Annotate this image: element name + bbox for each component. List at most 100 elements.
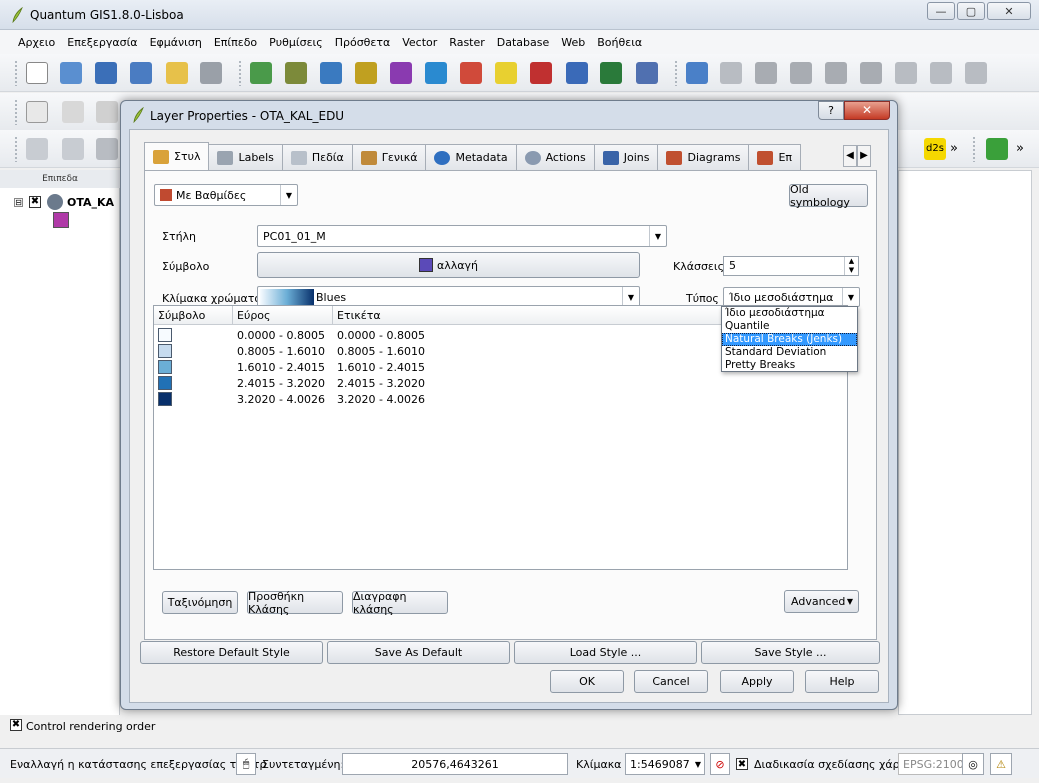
add-raster-icon[interactable] (285, 62, 307, 84)
mode-combo[interactable]: Ίδιο μεσοδιάστημα ▼ (723, 287, 860, 307)
remove-layer-icon[interactable] (530, 62, 552, 84)
tab-scroll-left-button[interactable]: ◀ (843, 145, 857, 167)
mode-option-quantile[interactable]: Quantile (722, 320, 857, 333)
open-project-icon[interactable] (60, 62, 82, 84)
add-postgis-icon[interactable] (320, 62, 342, 84)
class-label[interactable]: 0.0000 - 0.8005 (337, 329, 425, 342)
paste-features-icon[interactable] (965, 62, 987, 84)
menu-raster[interactable]: Raster (449, 36, 484, 49)
mode-option-natural-breaks[interactable]: Natural Breaks (Jenks) (722, 333, 857, 346)
close-button[interactable]: ✕ (987, 2, 1031, 20)
cancel-button[interactable]: Cancel (634, 670, 708, 693)
classify-button[interactable]: Ταξινόμηση (162, 591, 238, 614)
mouse-toggle-icon[interactable]: 🖱 (236, 753, 256, 775)
menu-layer[interactable]: Επίπεδο (214, 36, 257, 49)
class-swatch[interactable] (158, 344, 172, 358)
ok-button[interactable]: OK (550, 670, 624, 693)
move-feature-icon[interactable] (790, 62, 812, 84)
coordinate-field[interactable]: 20576,4643261 (342, 753, 568, 775)
menu-file[interactable]: Αρχειο (18, 36, 55, 49)
class-label[interactable]: 2.4015 - 3.2020 (337, 377, 425, 390)
menu-database[interactable]: Database (497, 36, 550, 49)
toolbar-overflow-button[interactable]: » (950, 138, 964, 160)
class-range[interactable]: 1.6010 - 2.4015 (237, 361, 325, 374)
advanced-button[interactable]: Advanced ▼ (784, 590, 859, 613)
tab-actions[interactable]: Actions (515, 144, 595, 170)
add-feature-icon[interactable] (755, 62, 777, 84)
save-edits-icon[interactable] (720, 62, 742, 84)
new-layer-icon[interactable] (495, 62, 517, 84)
minimize-button[interactable]: — (927, 2, 955, 20)
mode-option-pretty-breaks[interactable]: Pretty Breaks (722, 359, 857, 372)
cut-features-icon[interactable] (895, 62, 917, 84)
class-range[interactable]: 0.8005 - 1.6010 (237, 345, 325, 358)
toolbar-grip[interactable] (14, 136, 18, 162)
class-range[interactable]: 3.2020 - 4.0026 (237, 393, 325, 406)
node-tool-icon[interactable] (825, 62, 847, 84)
tab-style[interactable]: Στυλ (144, 142, 210, 170)
renderer-type-combo[interactable]: Με Βαθμίδες ▼ (154, 184, 298, 206)
tab-scroll-right-button[interactable]: ▶ (857, 145, 871, 167)
menu-help[interactable]: Βοήθεια (597, 36, 642, 49)
old-symbology-button[interactable]: Old symbology (789, 183, 868, 209)
plugin-check-icon[interactable] (986, 138, 1008, 160)
warning-icon[interactable]: ⚠ (990, 753, 1012, 775)
load-style-button[interactable]: Load Style ... (514, 641, 697, 664)
toolbar-grip[interactable] (972, 136, 976, 162)
redo-icon[interactable] (62, 138, 84, 160)
crs-indicator[interactable]: EPSG:2100 (898, 753, 969, 775)
menu-edit[interactable]: Επεξεργασία (67, 36, 137, 49)
menu-vector[interactable]: Vector (402, 36, 437, 49)
dialog-close-button[interactable]: ✕ (844, 101, 890, 120)
toolbar-overflow-button-2[interactable]: » (1016, 138, 1030, 160)
menu-plugins[interactable]: Πρόσθετα (335, 36, 391, 49)
table-row[interactable]: 3.2020 - 4.0026 3.2020 - 4.0026 (154, 391, 847, 407)
class-swatch[interactable] (158, 376, 172, 390)
tab-diagrams[interactable]: Diagrams (657, 144, 750, 170)
copy-features-icon[interactable] (930, 62, 952, 84)
simplify-feature-icon[interactable] (96, 138, 118, 160)
tab-fields[interactable]: Πεδία (281, 144, 353, 170)
dialog-help-button[interactable]: ? (818, 101, 844, 120)
class-label[interactable]: 1.6010 - 2.4015 (337, 361, 425, 374)
undo-icon[interactable] (26, 138, 48, 160)
save-project-icon[interactable] (95, 62, 117, 84)
save-as-icon[interactable] (130, 62, 152, 84)
scale-combo[interactable]: 1:5469087 ▼ (625, 753, 705, 775)
class-label[interactable]: 3.2020 - 4.0026 (337, 393, 425, 406)
render-checkbox[interactable]: ✖ (736, 758, 748, 770)
show-hide-label-icon[interactable] (96, 101, 118, 123)
menu-settings[interactable]: Ρυθμίσεις (269, 36, 323, 49)
menu-web[interactable]: Web (561, 36, 585, 49)
label-abc-icon[interactable] (26, 101, 48, 123)
save-as-default-button[interactable]: Save As Default (327, 641, 510, 664)
add-spatialite-icon[interactable] (355, 62, 377, 84)
delete-class-button[interactable]: Διαγραφη κλάσης (352, 590, 448, 616)
oracle-icon[interactable] (636, 62, 658, 84)
header-symbol[interactable]: Σύμβολο (154, 306, 233, 325)
menu-view[interactable]: Εφμάνιση (150, 36, 202, 49)
toolbar-grip[interactable] (674, 60, 678, 86)
add-wfs-icon[interactable] (460, 62, 482, 84)
header-range[interactable]: Εύρος (233, 306, 333, 325)
class-label[interactable]: 0.8005 - 1.6010 (337, 345, 425, 358)
add-mssql-icon[interactable] (390, 62, 412, 84)
maximize-button[interactable]: ▢ (957, 2, 985, 20)
class-swatch[interactable] (158, 392, 172, 406)
crs-globe-icon[interactable]: ◎ (962, 753, 984, 775)
tab-labels[interactable]: Labels (208, 144, 283, 170)
add-csv-icon[interactable] (600, 62, 622, 84)
tab-general[interactable]: Γενικά (351, 144, 427, 170)
pin-label-icon[interactable] (62, 101, 84, 123)
add-vector-icon[interactable] (250, 62, 272, 84)
class-range[interactable]: 2.4015 - 3.2020 (237, 377, 325, 390)
toolbar-grip[interactable] (238, 60, 242, 86)
toolbar-grip[interactable] (14, 99, 18, 125)
table-row[interactable]: 2.4015 - 3.2020 2.4015 - 3.2020 (154, 375, 847, 391)
d2s-plugin-icon[interactable]: d2s (924, 138, 946, 160)
add-delimited-text-icon[interactable] (566, 62, 588, 84)
class-swatch[interactable] (158, 360, 172, 374)
layer-item[interactable]: ⊟ ✖ OTA_KA (14, 194, 114, 210)
tab-metadata[interactable]: Metadata (425, 144, 517, 170)
mode-option-equal-interval[interactable]: Ίδιο μεσοδιάστημα (722, 307, 857, 320)
